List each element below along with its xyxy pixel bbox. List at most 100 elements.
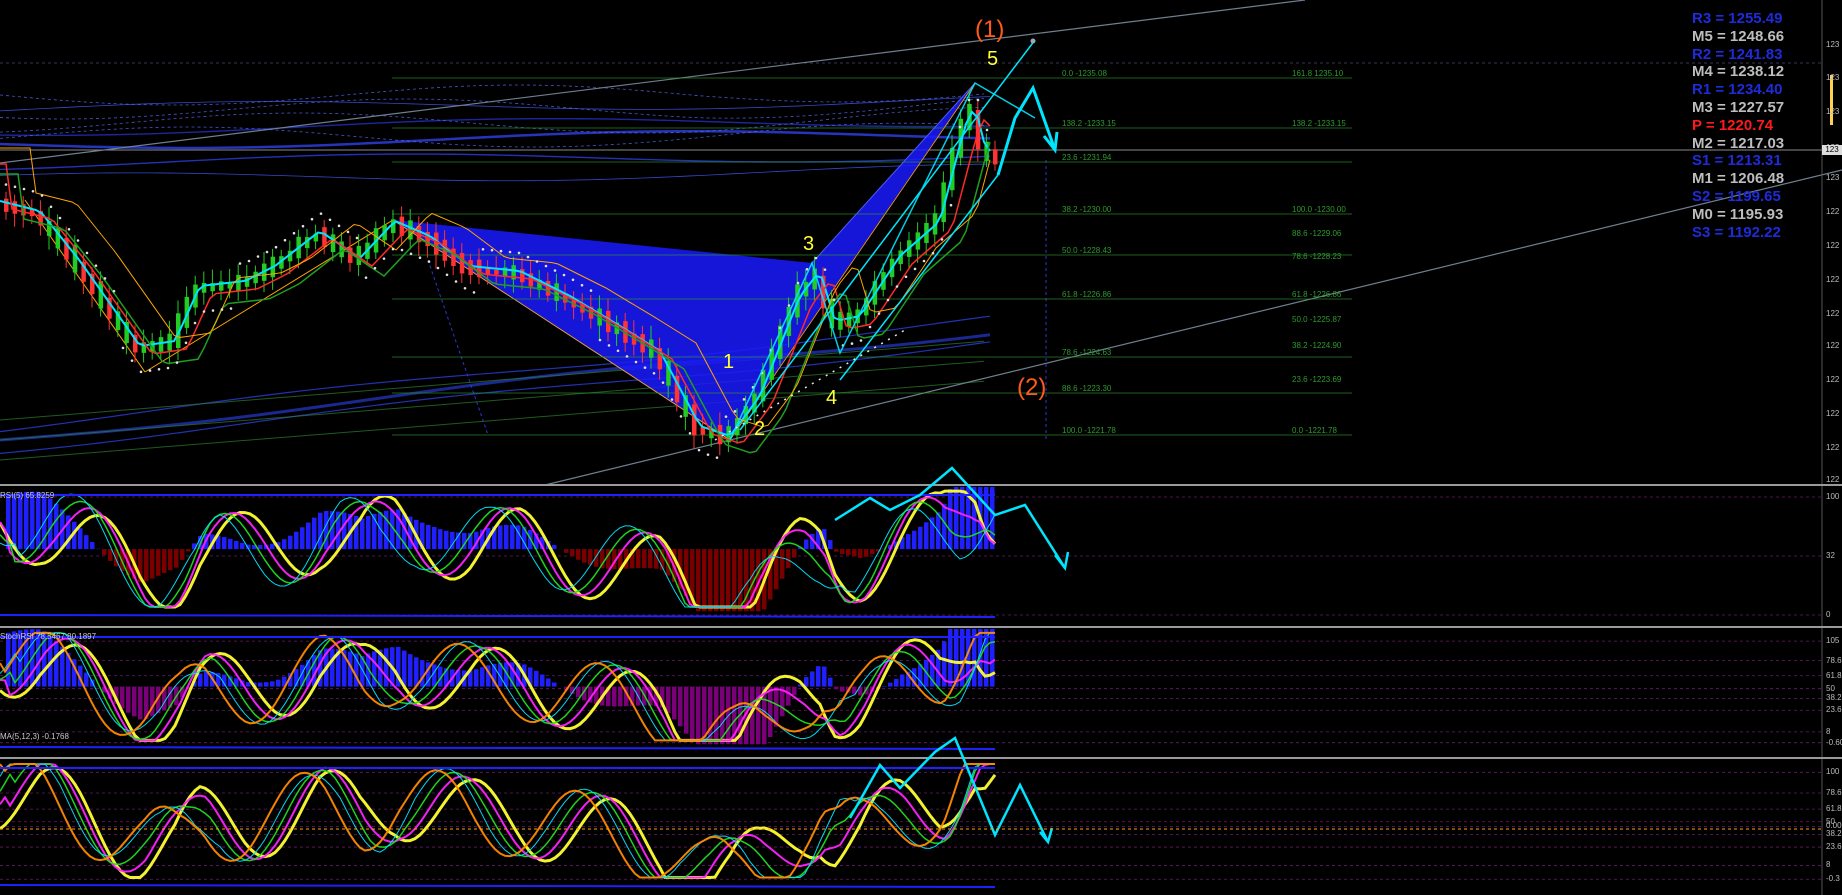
psar-dot	[481, 248, 485, 251]
candle-body	[494, 269, 499, 275]
psar-dot	[985, 128, 989, 132]
fib-label-left: 138.2 -1233.15	[1062, 119, 1116, 128]
trading-chart-canvas[interactable]	[0, 0, 1842, 895]
histogram-bar	[126, 686, 131, 713]
wave-label-i1: 1	[723, 351, 735, 373]
candle-body	[330, 234, 336, 253]
histogram-bar	[444, 530, 449, 550]
subwindow-axis-tick: 100	[1826, 767, 1840, 777]
histogram-bar	[684, 686, 689, 734]
histogram-bar	[810, 671, 815, 687]
psar-dot	[607, 344, 611, 347]
psar-dot	[670, 398, 674, 401]
psar-dot	[139, 370, 143, 374]
pivot-level: M5 = 1248.66	[1692, 27, 1785, 45]
psar-dot	[193, 321, 197, 325]
histogram-bar	[282, 539, 287, 550]
histogram-bar	[834, 549, 839, 552]
psar-dot	[589, 289, 593, 292]
histogram-bar	[228, 538, 233, 550]
pivot-level: M3 = 1227.57	[1692, 98, 1785, 116]
histogram-bar	[366, 515, 371, 550]
candle-body	[692, 404, 697, 436]
price-moving-average	[0, 141, 991, 454]
histogram-bar	[930, 517, 935, 550]
histogram-bar	[846, 549, 851, 556]
histogram-bar	[576, 549, 581, 560]
histogram-bar	[582, 549, 587, 563]
current-price-tag: 123	[1822, 145, 1842, 155]
subwindow-axis-tick: 78.6	[1826, 655, 1842, 665]
orange-leg-line	[24, 199, 146, 373]
psar-dot	[76, 239, 80, 242]
subwindow-axis-tick: 100	[1826, 492, 1840, 501]
histogram-bar	[144, 549, 149, 582]
histogram-bar	[534, 670, 539, 687]
psar-dot	[292, 231, 296, 235]
candle-body	[993, 149, 998, 165]
histogram-bar	[54, 641, 59, 687]
psar-dot	[652, 371, 656, 375]
psar-dot	[940, 238, 944, 241]
histogram-bar	[372, 651, 377, 687]
psar-dot	[373, 266, 377, 270]
anchor-point	[1030, 38, 1036, 44]
fib-label-right: 23.6 -1223.69	[1292, 375, 1342, 384]
histogram-bar	[150, 549, 155, 579]
pivot-level: R2 = 1241.83	[1692, 45, 1783, 63]
upper-band-line	[0, 96, 991, 112]
psar-dot	[256, 255, 260, 258]
histogram-bar	[12, 493, 17, 550]
price-marker	[1830, 75, 1833, 125]
wave-label-i5: 5	[987, 48, 999, 70]
psar-dot	[886, 298, 890, 302]
histogram-bar	[120, 686, 125, 709]
histogram-bar	[954, 487, 959, 550]
subwindow-axis-tick: 38.2	[1826, 829, 1842, 839]
psar-dot	[508, 250, 512, 254]
fib-label-left: 0.0 -1235.08	[1062, 69, 1107, 78]
histogram-bar	[222, 537, 227, 550]
histogram-bar	[240, 542, 245, 550]
psar-dot	[598, 338, 602, 342]
psar-dot	[220, 308, 224, 311]
histogram-bar	[156, 549, 161, 576]
psar-dot	[823, 268, 827, 271]
subwindow-axis-tick: 61.8	[1826, 804, 1842, 814]
psar-dot	[517, 251, 521, 255]
candle-body	[98, 281, 104, 309]
histogram-bar	[714, 549, 719, 612]
psar-dot	[967, 98, 971, 102]
pivot-level: M0 = 1195.93	[1692, 205, 1784, 223]
histogram-bar	[186, 549, 191, 552]
pivot-level: S1 = 1213.31	[1692, 152, 1782, 170]
histogram-bar	[432, 664, 437, 687]
stochrsi-window-title: StochRSI 78.5467 80.1897	[0, 632, 97, 641]
histogram-bar	[678, 686, 683, 727]
histogram-bar	[168, 549, 173, 571]
oscillator-line	[0, 763, 995, 879]
histogram-bar	[324, 510, 329, 550]
histogram-bar	[438, 529, 443, 550]
psar-dot	[544, 264, 548, 268]
histogram-bar	[84, 672, 89, 687]
subwindow-axis-tick: 23.6	[1826, 705, 1842, 715]
histogram-bar	[384, 648, 389, 687]
histogram-bar	[288, 535, 293, 550]
price-axis-tick: 123	[1826, 173, 1840, 182]
wave-label-1-major: (1)	[975, 16, 1005, 43]
psar-dot	[382, 257, 386, 260]
pivot-level: M1 = 1206.48	[1692, 170, 1785, 188]
histogram-bar	[198, 673, 203, 687]
histogram-bar	[78, 528, 83, 550]
price-axis-tick: 123	[1826, 73, 1840, 82]
upper-band-line	[0, 163, 991, 182]
histogram-bar	[564, 549, 569, 553]
psar-dot	[715, 456, 719, 459]
histogram-bar	[648, 549, 653, 569]
histogram-bar	[948, 488, 953, 550]
histogram-bar	[804, 539, 809, 550]
fib-label-right: 61.8 -1226.86	[1292, 290, 1342, 299]
psar-dot	[733, 410, 737, 413]
histogram-bar	[828, 677, 833, 687]
